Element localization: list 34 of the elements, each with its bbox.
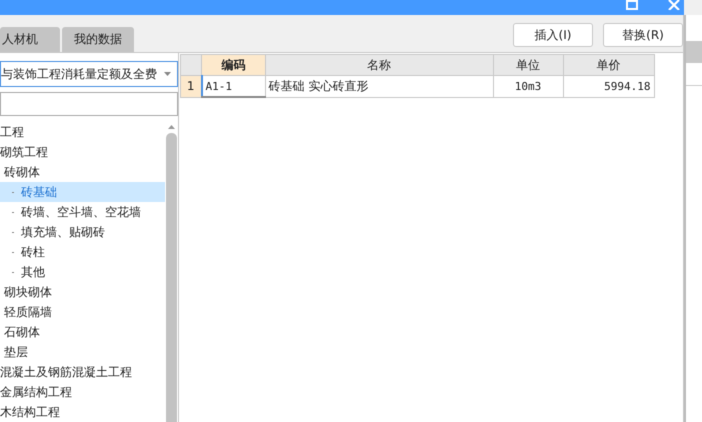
tree-item[interactable]: 木结构工程 — [0, 405, 60, 419]
tree-item[interactable]: 砖柱 — [21, 245, 45, 259]
tree-item[interactable]: 填充墙、贴砌砖 — [21, 225, 105, 239]
tree-item[interactable]: 混凝土及钢筋混凝土工程 — [0, 365, 132, 379]
column-header[interactable]: 单价 — [563, 54, 654, 76]
tree-item-selected[interactable]: 砖基础 — [0, 182, 165, 202]
column-header[interactable]: 单位 — [493, 54, 563, 76]
caret-icon — [164, 72, 171, 76]
maximize-icon[interactable] — [626, 0, 638, 10]
table-cell: 10m3 — [493, 76, 563, 97]
table-cell: 砖基础 实心砖直形 — [265, 76, 493, 97]
tree-item[interactable]: 砖墙、空斗墙、空花墙 — [21, 205, 141, 219]
action-button[interactable]: 替换(R) — [603, 23, 683, 47]
search-field[interactable] — [0, 92, 178, 116]
action-button[interactable]: 插入(I) — [513, 23, 593, 47]
close-icon[interactable] — [668, 0, 680, 10]
tree-item[interactable]: 垫层 — [4, 345, 28, 359]
tree-item[interactable]: 轻质隔墙 — [4, 305, 52, 319]
tree-item[interactable]: 其他 — [21, 265, 45, 279]
tab[interactable]: 人材机 — [0, 27, 60, 52]
tree-item[interactable]: 砖砌体 — [4, 165, 40, 179]
tree-item[interactable]: 石砌体 — [4, 325, 40, 339]
scroll-up-icon[interactable] — [168, 125, 175, 129]
tree-item[interactable]: 工程 — [0, 125, 24, 139]
tree-item[interactable]: 砌筑工程 — [0, 145, 48, 159]
table-cell: A1-1 — [202, 76, 265, 97]
column-header[interactable]: 名称 — [265, 54, 493, 76]
tree-item[interactable]: 砌块砌体 — [4, 285, 52, 299]
tree-item[interactable]: 金属结构工程 — [0, 385, 72, 399]
table-cell: 5994.18 — [563, 76, 654, 97]
row-number[interactable]: 1 — [180, 76, 202, 97]
column-header[interactable]: 编码 — [202, 54, 265, 76]
library-dropdown[interactable]: 与装饰工程消耗量定额及全费 — [0, 61, 178, 87]
tab[interactable]: 我的数据 — [62, 27, 134, 52]
